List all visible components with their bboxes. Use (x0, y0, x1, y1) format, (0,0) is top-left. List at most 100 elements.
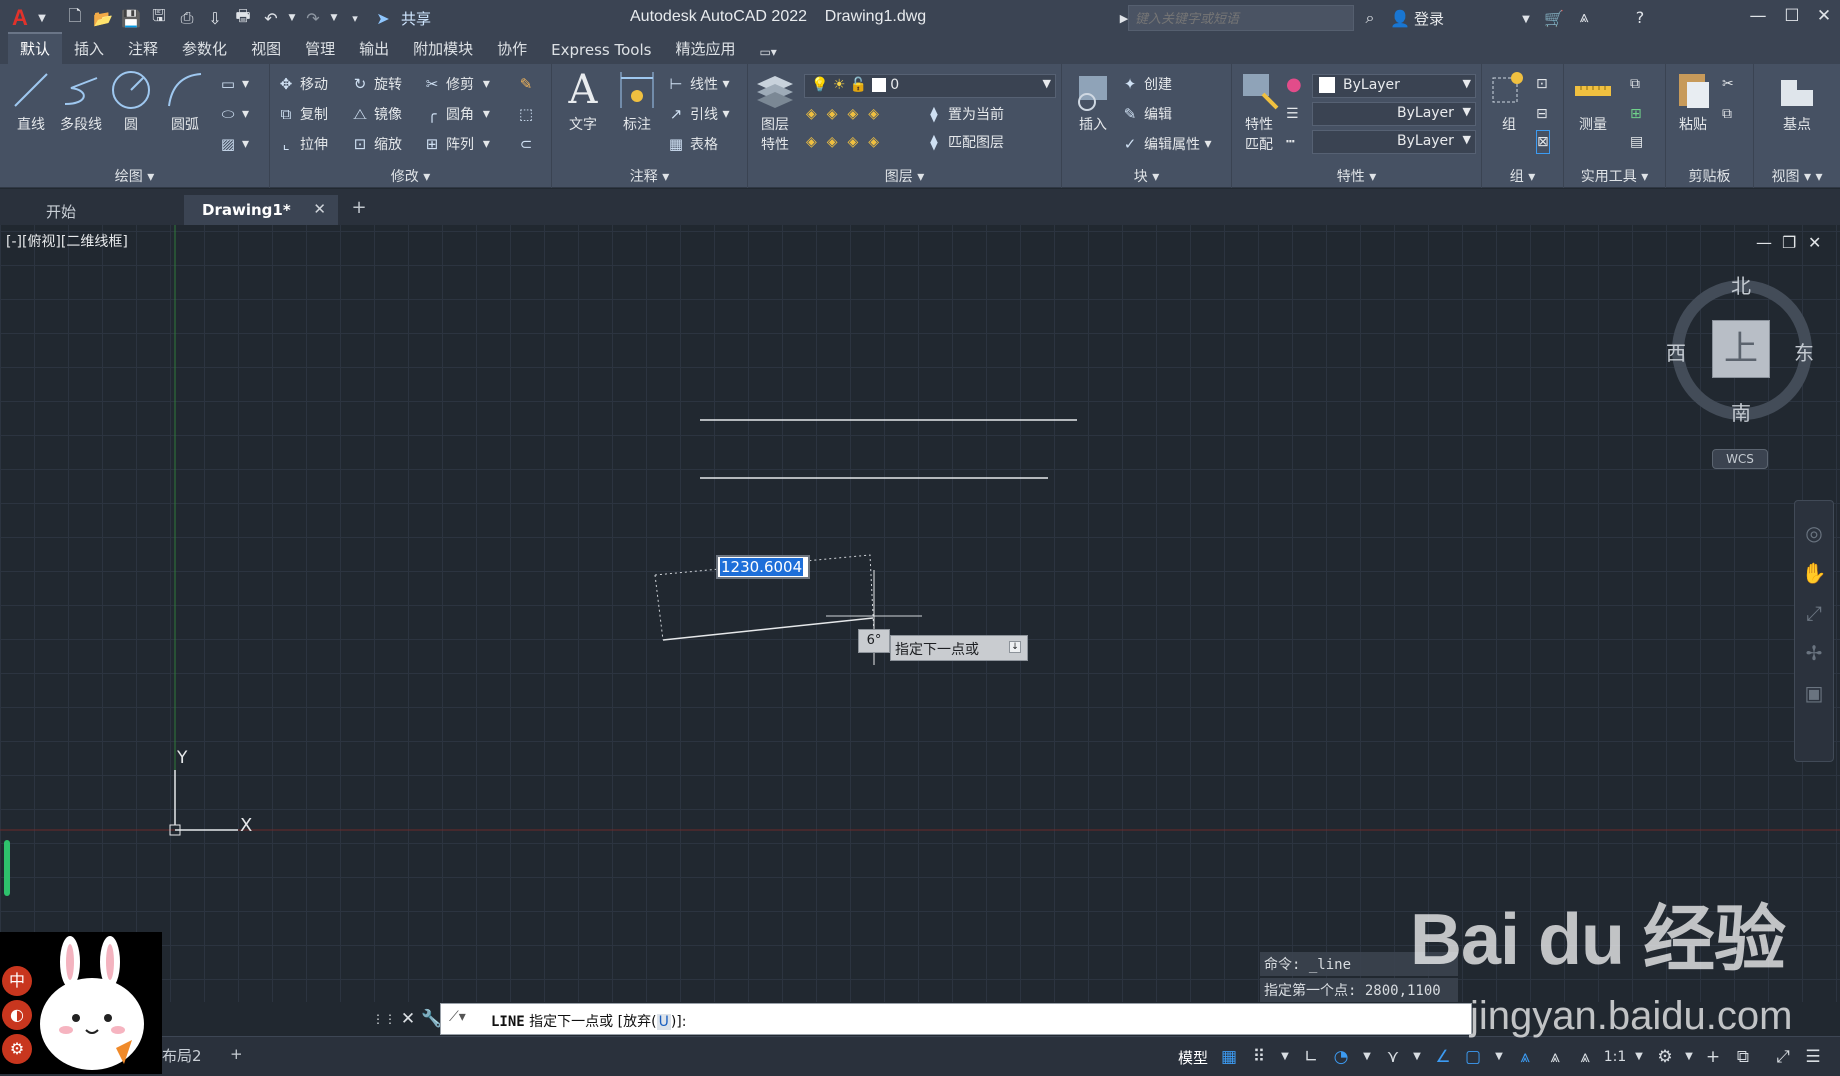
isodraft-dropdown-icon[interactable]: ▼ (1404, 1045, 1430, 1069)
search-input[interactable] (1128, 5, 1354, 31)
print-icon[interactable]: 🖶 (232, 6, 254, 29)
model-space-button[interactable]: 模型 (1178, 1047, 1208, 1068)
group-edit-icon[interactable]: ⊟ (1536, 102, 1548, 126)
rectangle-tool-button[interactable]: ▭ ▾ (218, 72, 249, 96)
ungroup-icon[interactable]: ⊡ (1536, 72, 1548, 96)
rotate-button[interactable]: ↻ 旋转 (350, 72, 402, 96)
steering-wheel-icon[interactable]: ◎ (1795, 521, 1833, 545)
share-icon[interactable]: ➤ (372, 7, 394, 29)
annotation-scale-icon[interactable]: ⩓ (1572, 1045, 1598, 1069)
annotation-scale-value[interactable]: 1:1 (1602, 1045, 1628, 1069)
mirror-button[interactable]: ⧍ 镜像 (350, 102, 402, 126)
command-recent-icon[interactable]: ⟋▾ (449, 1009, 466, 1025)
color-combo[interactable]: ByLayer ▼ (1312, 74, 1476, 98)
auto-scale-icon[interactable]: ⩓ (1542, 1045, 1568, 1069)
object-snap-tracking-icon[interactable]: ∠ (1430, 1045, 1456, 1069)
new-tab-icon[interactable]: + (344, 197, 374, 225)
ortho-icon[interactable]: ∟ (1298, 1045, 1324, 1069)
prompt-options-icon[interactable]: ↓ (1009, 641, 1021, 653)
panel-annotation-label[interactable]: 注释 ▾ (552, 166, 747, 186)
text-tool-button[interactable]: A 文字 (558, 68, 608, 134)
wcs-menu[interactable]: WCS (1712, 449, 1768, 469)
panel-layers-label[interactable]: 图层 ▾ (748, 166, 1061, 186)
annotation-visibility-icon[interactable]: ⩓ (1512, 1045, 1538, 1069)
panel-modify-label[interactable]: 修改 ▾ (270, 166, 551, 186)
minimize-icon[interactable]: — (1746, 6, 1770, 30)
ime-punctuation-icon[interactable]: ◐ (2, 1000, 32, 1030)
tab-express-tools[interactable]: Express Tools (539, 37, 663, 64)
command-line-grip-icon[interactable]: ⋮⋮ (372, 1012, 396, 1026)
command-option-undo[interactable]: U (656, 1014, 671, 1030)
grid-icon[interactable]: ▦ (1216, 1045, 1242, 1069)
undo-dropdown-icon[interactable]: ▼ (288, 7, 296, 29)
import-icon[interactable]: ⇩ (204, 7, 226, 29)
copy-clip-icon[interactable]: ⧉ (1722, 102, 1732, 126)
close-tab-icon[interactable]: ✕ (313, 200, 326, 218)
copy-button[interactable]: ⧉ 复制 (276, 102, 328, 126)
command-line-close-icon[interactable]: ✕ (396, 1009, 420, 1029)
undo-icon[interactable]: ↶ (260, 7, 282, 29)
login-button[interactable]: 登录 (1414, 8, 1444, 29)
circle-tool-button[interactable]: 圆 (106, 68, 156, 134)
table-button[interactable]: ▦ 表格 (666, 132, 718, 156)
new-file-icon[interactable]: 🗋 (64, 6, 86, 29)
edit-block-button[interactable]: ✎ 编辑 (1120, 102, 1172, 126)
measure-button[interactable]: 测量 (1568, 68, 1618, 134)
open-file-icon[interactable]: 📂 (92, 7, 114, 29)
tab-default[interactable]: 默认 (8, 32, 63, 64)
layer-properties-button[interactable]: 图层 特性 (750, 68, 800, 154)
polyline-tool-button[interactable]: 多段线 (56, 68, 106, 134)
help-icon[interactable]: ? (1629, 6, 1651, 28)
osnap-dropdown-icon[interactable]: ▼ (1486, 1045, 1512, 1069)
match-properties-button[interactable]: 特性 匹配 (1234, 68, 1284, 154)
units-icon[interactable]: ⧉ (1730, 1045, 1756, 1069)
share-button[interactable]: 共享 (401, 8, 431, 29)
create-block-button[interactable]: ✦ 创建 (1120, 72, 1172, 96)
ime-settings-icon[interactable]: ⚙ (2, 1034, 32, 1064)
compass-east[interactable]: 东 (1794, 337, 1814, 366)
select-all-icon[interactable]: ⊞ (1630, 102, 1642, 126)
tab-featured-apps[interactable]: 精选应用 (663, 34, 747, 64)
match-layer-button[interactable]: ⧫ 匹配图层 (924, 130, 1004, 154)
insert-block-button[interactable]: 插入 (1068, 68, 1118, 134)
linear-dim-button[interactable]: ⊢ 线性 ▾ (666, 72, 729, 96)
tab-parametric[interactable]: 参数化 (170, 34, 239, 64)
app-menu-chevron-icon[interactable]: ▼ (37, 7, 47, 29)
cut-icon[interactable]: ✂ (1722, 72, 1734, 96)
ellipse-tool-button[interactable]: ⬭ ▾ (218, 102, 249, 126)
tab-layout2[interactable]: 布局2 (162, 1045, 202, 1066)
tab-drawing1[interactable]: Drawing1* ✕ (184, 195, 338, 225)
calculator-icon[interactable]: ▤ (1630, 130, 1643, 154)
autocad-logo-icon[interactable]: A (9, 5, 31, 30)
save-icon[interactable]: 💾 (120, 7, 142, 29)
base-view-button[interactable]: 基点 (1772, 68, 1822, 134)
tab-collaborate[interactable]: 协作 (485, 34, 539, 64)
compass-north[interactable]: 北 (1731, 270, 1751, 299)
customize-status-icon[interactable]: ☰ (1800, 1045, 1826, 1069)
snap-dropdown-icon[interactable]: ▼ (1272, 1045, 1298, 1069)
pan-icon[interactable]: ✋ (1795, 561, 1833, 585)
edit-attributes-button[interactable]: ✓ 编辑属性 ▾ (1120, 132, 1212, 156)
panel-block-label[interactable]: 块 ▾ (1062, 166, 1231, 186)
fillet-button[interactable]: ╭ 圆角 ▾ (422, 102, 489, 126)
autodesk-app-icon[interactable]: ⩓ (1573, 6, 1595, 28)
lineweight-combo[interactable]: ByLayer ▼ (1312, 130, 1476, 154)
zoom-extents-icon[interactable]: ⤢ (1795, 601, 1833, 625)
annotation-monitor-icon[interactable]: + (1700, 1045, 1726, 1069)
panel-utilities-label[interactable]: 实用工具 ▾ (1564, 166, 1665, 186)
move-button[interactable]: ✥ 移动 (276, 72, 328, 96)
new-layout-icon[interactable]: + (230, 1045, 243, 1063)
snap-icon[interactable]: ⠿ (1246, 1045, 1272, 1069)
object-snap-icon[interactable]: ▢ (1460, 1045, 1486, 1069)
polar-dropdown-icon[interactable]: ▼ (1354, 1045, 1380, 1069)
redo-dropdown-icon[interactable]: ▼ (330, 7, 338, 29)
tab-output[interactable]: 输出 (347, 34, 401, 64)
search-icon[interactable]: ⌕ (1359, 7, 1381, 29)
customize-toolbar-icon[interactable]: ▾ (344, 7, 366, 29)
hatch-tool-button[interactable]: ▨ ▾ (218, 132, 249, 156)
dimension-tool-button[interactable]: 标注 (612, 68, 662, 134)
tab-manage[interactable]: 管理 (293, 34, 347, 64)
line-tool-button[interactable]: 直线 (6, 68, 56, 134)
cart-icon[interactable]: 🛒 (1543, 7, 1565, 29)
viewcube-top-face[interactable]: 上 (1712, 320, 1770, 378)
